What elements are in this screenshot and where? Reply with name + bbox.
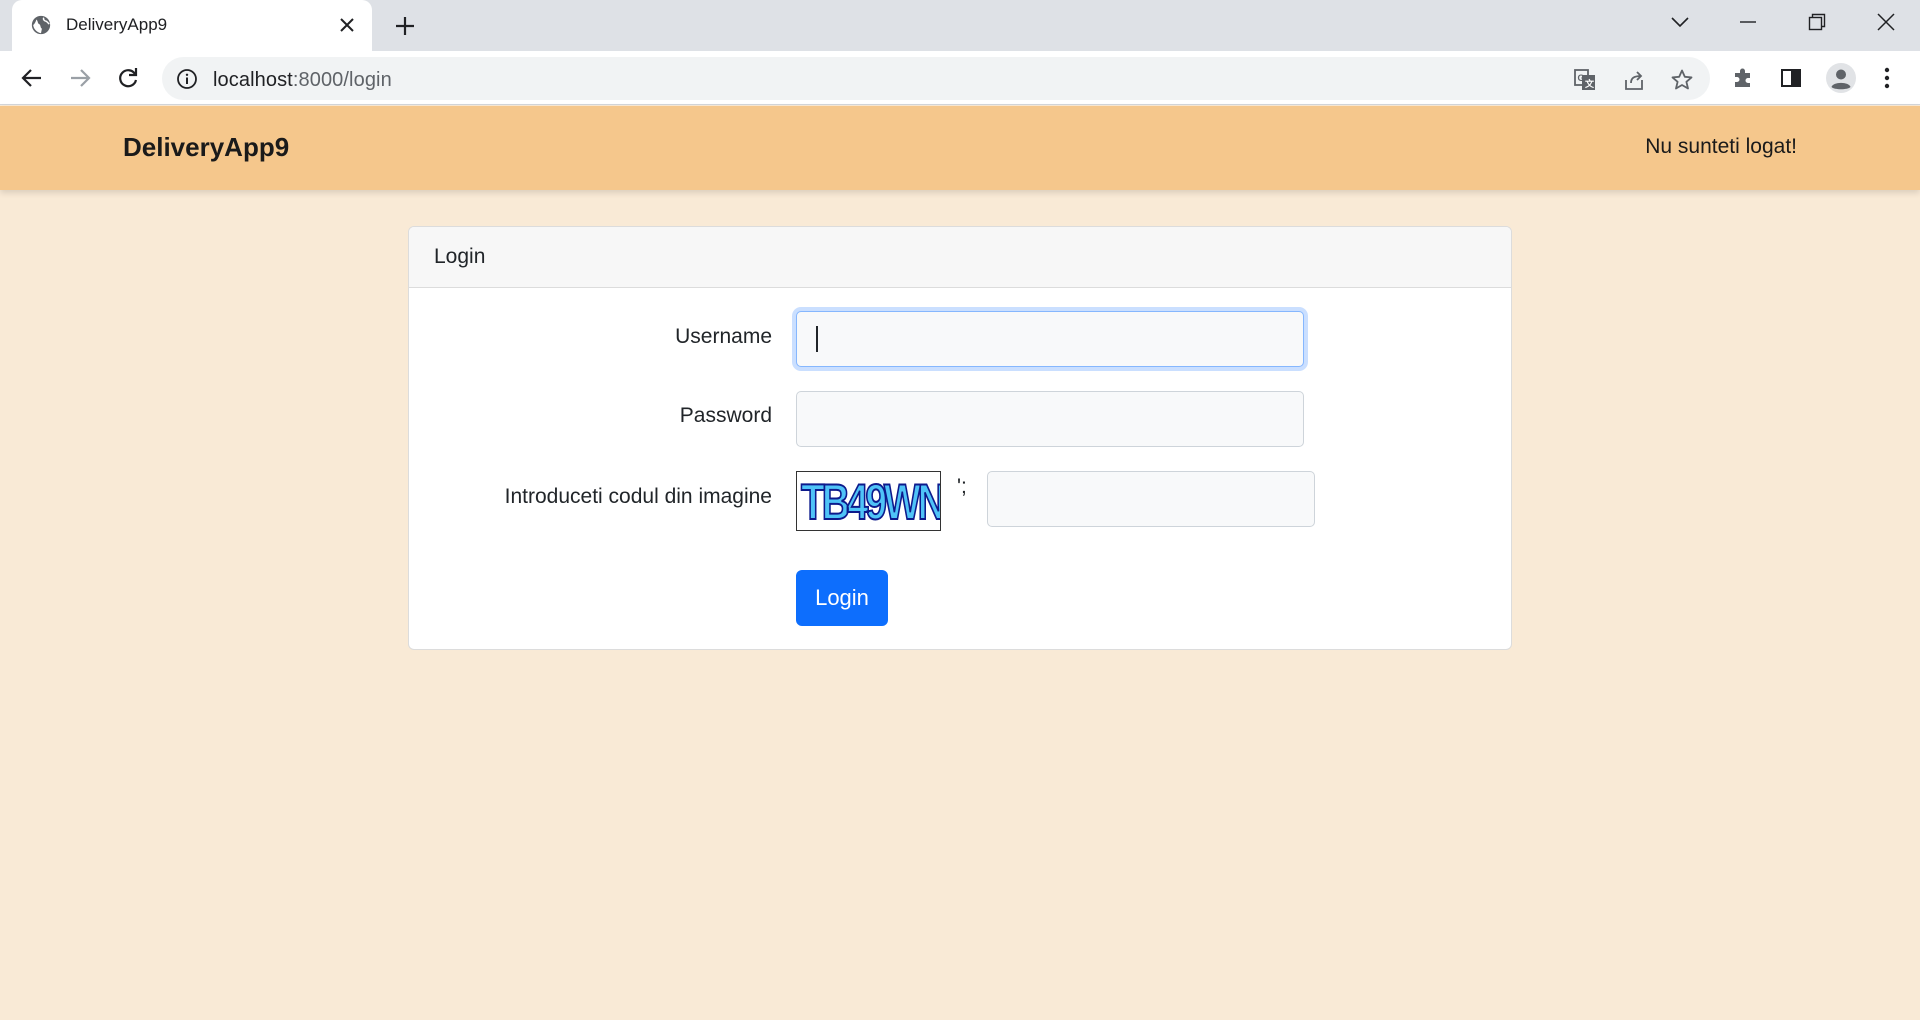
site-navbar: DeliveryApp9 Nu sunteti logat!: [0, 106, 1920, 190]
captcha-image: TB49WN: [796, 471, 941, 531]
info-icon[interactable]: [176, 68, 198, 90]
address-bar[interactable]: localhost:8000/login G文: [162, 57, 1710, 100]
side-panel-icon[interactable]: [1777, 64, 1805, 92]
password-field[interactable]: [796, 391, 1304, 447]
username-label: Username: [675, 325, 772, 348]
svg-text:G: G: [1578, 73, 1585, 83]
restore-icon[interactable]: [1797, 6, 1837, 38]
translate-icon[interactable]: G文: [1572, 67, 1598, 93]
brand-link[interactable]: DeliveryApp9: [123, 132, 289, 163]
star-icon[interactable]: [1669, 67, 1695, 93]
username-field[interactable]: [796, 311, 1304, 367]
globe-icon: [31, 15, 51, 35]
url-host: localhost: [213, 69, 293, 91]
browser-tab[interactable]: DeliveryApp9: [12, 0, 372, 51]
svg-text:文: 文: [1584, 78, 1595, 89]
captcha-image-text: TB49WN: [800, 474, 941, 530]
browser-toolbar: localhost:8000/login G文: [0, 51, 1920, 105]
close-window-icon[interactable]: [1866, 6, 1906, 38]
arrow-left-icon[interactable]: [15, 61, 49, 95]
avatar-icon[interactable]: [1824, 61, 1858, 95]
text-caret: [816, 326, 818, 352]
card-header: Login: [409, 227, 1511, 288]
reload-icon[interactable]: [111, 61, 145, 95]
login-status-text: Nu sunteti logat!: [1645, 135, 1797, 158]
puzzle-icon[interactable]: [1729, 64, 1757, 92]
minimize-icon[interactable]: [1728, 6, 1768, 38]
url-text: localhost:8000/login: [213, 69, 392, 92]
share-icon[interactable]: [1621, 67, 1647, 93]
kebab-menu-icon[interactable]: [1873, 64, 1901, 92]
url-path: :8000/login: [292, 69, 392, 91]
captcha-label: Introduceti codul din imagine: [504, 485, 772, 508]
login-card: Login Username Password Introduceti codu…: [408, 226, 1512, 650]
password-label: Password: [679, 404, 772, 427]
arrow-right-icon[interactable]: [63, 61, 97, 95]
browser-tabbar: DeliveryApp9: [0, 0, 1920, 51]
login-button[interactable]: Login: [796, 570, 888, 626]
captcha-stray-text: ';: [957, 475, 967, 498]
close-icon[interactable]: [334, 12, 360, 38]
chevron-down-icon[interactable]: [1660, 6, 1700, 38]
captcha-field[interactable]: [987, 471, 1315, 527]
tab-title: DeliveryApp9: [66, 15, 168, 34]
plus-icon[interactable]: [390, 11, 420, 41]
